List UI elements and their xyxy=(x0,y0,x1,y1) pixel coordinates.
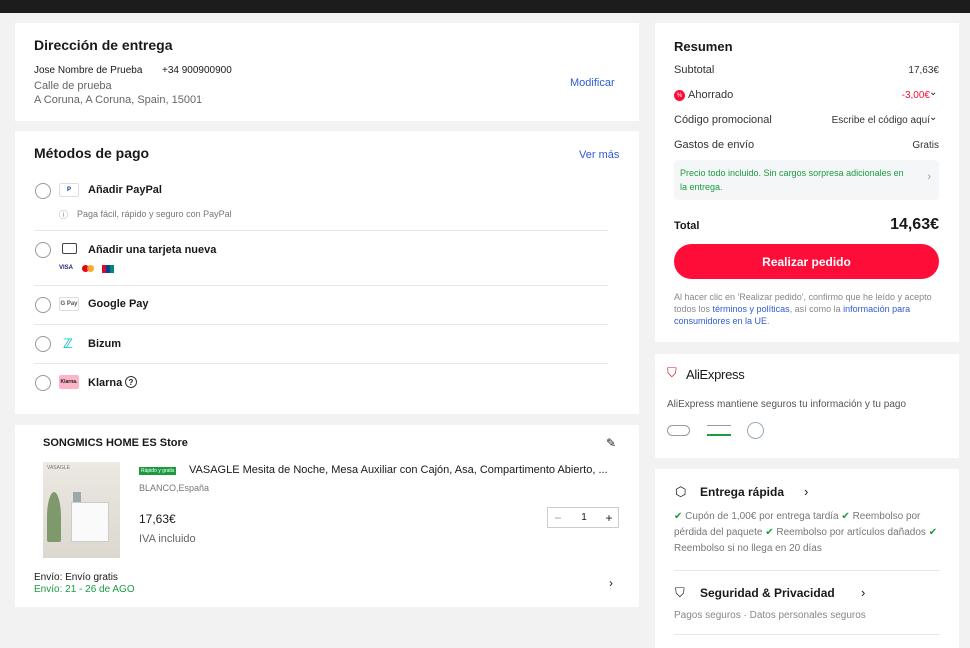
quantity-value[interactable]: 1 xyxy=(568,508,600,527)
discount-icon: % xyxy=(674,90,685,101)
total-value: 14,63€ xyxy=(890,216,939,233)
paypal-label[interactable]: Añadir PayPal xyxy=(88,184,162,196)
divider xyxy=(34,363,608,364)
klarna-radio[interactable] xyxy=(35,375,51,391)
legal-text-3: . xyxy=(767,316,770,326)
subtotal-label: Subtotal xyxy=(674,64,715,76)
bizum-icon: ℤ xyxy=(63,336,73,351)
aliexpress-logo: AliExpress xyxy=(686,367,745,382)
info-icon: ⓘ xyxy=(59,210,69,220)
decrease-button[interactable]: − xyxy=(548,508,568,527)
security-badge-icon xyxy=(707,425,731,436)
shipping-label: Envío: Envío gratis xyxy=(34,572,118,583)
help-icon[interactable]: ? xyxy=(125,376,137,388)
security-text: Pagos seguros · Datos personales seguros xyxy=(674,610,866,621)
shipping-cost-value: Gratis xyxy=(912,140,939,151)
divider xyxy=(34,230,608,231)
product-thumbnail[interactable]: VASAGLE xyxy=(43,462,120,558)
new-card-label[interactable]: Añadir una tarjeta nueva xyxy=(88,244,216,256)
edit-icon[interactable]: ✎ xyxy=(606,436,616,450)
bizum-label[interactable]: Bizum xyxy=(88,338,121,350)
guarantee-item: Cupón de 1,00€ por entrega tardía xyxy=(685,511,839,522)
aliexpress-trust-text: AliExpress mantiene seguros tu informaci… xyxy=(667,399,907,410)
legal-text: Al hacer clic en 'Realizar pedido', conf… xyxy=(674,291,942,327)
promo-label: Código promocional xyxy=(674,114,772,126)
see-more-link[interactable]: Ver más xyxy=(579,149,619,161)
card-radio[interactable] xyxy=(35,242,51,258)
shipping-cost-label: Gastos de envío xyxy=(674,139,755,151)
chevron-right-icon: › xyxy=(927,171,931,183)
increase-button[interactable]: + xyxy=(600,508,618,527)
payment-title: Métodos de pago xyxy=(34,145,150,161)
shield-check-icon: ⛉ xyxy=(667,365,677,380)
top-bar xyxy=(0,0,970,13)
paypal-subtext: Paga fácil, rápido y seguro con PayPal xyxy=(77,209,232,219)
card-icon xyxy=(62,243,77,254)
saved-value[interactable]: -3,00€ xyxy=(902,90,930,101)
summary-title: Resumen xyxy=(674,39,733,54)
guarantee-item: Reembolso si no llega en 20 días xyxy=(674,543,822,554)
price-note[interactable]: Precio todo incluido. Sin cargos sorpres… xyxy=(674,160,939,200)
terms-link[interactable]: términos y políticas xyxy=(713,304,790,314)
saved-label: Ahorrado xyxy=(688,89,734,101)
mastercard-icon xyxy=(82,264,96,273)
paypal-radio[interactable] xyxy=(35,183,51,199)
product-price: 17,63€ xyxy=(139,512,176,526)
recipient-name: Jose Nombre de Prueba xyxy=(34,65,143,76)
promo-input[interactable]: Escribe el código aquí xyxy=(832,115,930,126)
divider xyxy=(34,285,608,286)
bizum-radio[interactable] xyxy=(35,336,51,352)
security-title[interactable]: Seguridad & Privacidad xyxy=(700,586,835,600)
store-name[interactable]: SONGMICS HOME ES Store xyxy=(43,437,188,449)
google-pay-icon: G Pay xyxy=(59,297,79,311)
security-badge-icon xyxy=(667,425,690,436)
product-variant: BLANCO,España xyxy=(139,483,210,493)
package-icon: ⬡ xyxy=(675,484,687,499)
unionpay-icon xyxy=(102,265,114,273)
address-city: A Coruna, A Coruna, Spain, 15001 xyxy=(34,94,203,106)
check-icon: ✔ xyxy=(928,527,938,538)
place-order-button[interactable]: Realizar pedido xyxy=(674,244,939,279)
address-street: Calle de prueba xyxy=(34,80,112,92)
guarantee-item: Reembolso por artículos dañados xyxy=(776,527,926,538)
divider xyxy=(674,570,940,571)
klarna-icon: Klarna. xyxy=(59,375,79,389)
address-title: Dirección de entrega xyxy=(34,37,173,53)
price-note-text: Precio todo incluido. Sin cargos sorpres… xyxy=(680,168,904,192)
fast-delivery-title[interactable]: Entrega rápida xyxy=(700,485,784,499)
chevron-right-icon[interactable]: › xyxy=(861,585,865,600)
check-icon: ✔ xyxy=(674,511,683,522)
security-badge-icon xyxy=(747,422,764,439)
chevron-down-icon[interactable]: ⌄ xyxy=(929,87,937,98)
fast-free-badge: Rápido y gratis xyxy=(139,467,177,475)
shield-icon: ⛉ xyxy=(675,585,685,600)
check-icon: ✔ xyxy=(841,511,850,522)
divider xyxy=(34,324,608,325)
check-icon: ✔ xyxy=(765,527,774,538)
thumbnail-brand: VASAGLE xyxy=(47,465,70,471)
delivery-guarantees: ✔ Cupón de 1,00€ por entrega tardía ✔ Re… xyxy=(674,509,946,557)
product-title[interactable]: VASAGLE Mesita de Noche, Mesa Auxiliar c… xyxy=(189,464,619,476)
divider xyxy=(674,634,940,635)
total-label: Total xyxy=(674,220,700,232)
legal-text-2: , así como la xyxy=(789,304,841,314)
chevron-down-icon[interactable]: ⌄ xyxy=(929,112,937,123)
vat-included: IVA incluido xyxy=(139,533,196,545)
paypal-icon: P xyxy=(59,183,79,197)
modify-address-link[interactable]: Modificar xyxy=(570,77,615,89)
googlepay-radio[interactable] xyxy=(35,297,51,313)
chevron-right-icon[interactable]: › xyxy=(609,576,613,590)
klarna-label[interactable]: Klarna xyxy=(88,377,122,389)
chevron-right-icon[interactable]: › xyxy=(804,484,808,499)
recipient-phone: +34 900900900 xyxy=(162,65,232,76)
googlepay-label[interactable]: Google Pay xyxy=(88,298,149,310)
quantity-stepper: − 1 + xyxy=(547,507,619,528)
shipping-dates: Envío: 21 - 26 de AGO xyxy=(34,584,135,595)
visa-icon: VISA xyxy=(59,265,74,271)
subtotal-value: 17,63€ xyxy=(908,65,939,76)
